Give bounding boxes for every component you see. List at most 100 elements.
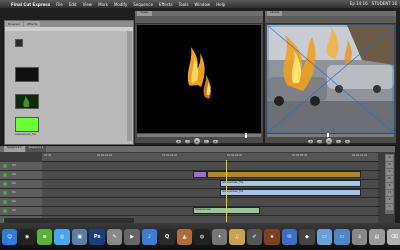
play-in-out-button[interactable]: ◃ bbox=[316, 138, 323, 144]
tab-effects[interactable]: Effects bbox=[24, 21, 41, 27]
timeline-clip[interactable]: Greenscreen_fire bbox=[220, 189, 362, 196]
menu-effects[interactable]: Effects bbox=[159, 2, 173, 7]
preview-icon[interactable]: ✦ bbox=[211, 228, 228, 245]
movie-icon[interactable]: ★ bbox=[264, 228, 280, 245]
keynote-icon[interactable]: ▲ bbox=[176, 228, 193, 245]
photoshop-icon[interactable]: Ps bbox=[89, 228, 105, 245]
browser-clip[interactable] bbox=[15, 94, 41, 109]
next-edit-button[interactable]: ▸ bbox=[212, 138, 219, 144]
track-lane[interactable]: Greenscreen bbox=[42, 207, 378, 215]
tool-pen[interactable]: P bbox=[386, 197, 393, 203]
track-visibility-icon[interactable] bbox=[3, 200, 7, 204]
play-around-button[interactable]: ▹ bbox=[203, 138, 210, 144]
finder-icon[interactable]: ☺ bbox=[2, 228, 18, 245]
viewer-window: Viewer ◂ ◃ ▸ ▹ ▸ bbox=[134, 10, 264, 145]
menu-edit[interactable]: Edit bbox=[69, 2, 77, 7]
tab-sequence-1[interactable]: Sequence 1 bbox=[4, 146, 25, 152]
timeline-clip[interactable]: Greenscreen_fire bbox=[220, 180, 362, 187]
tool-hand[interactable]: H bbox=[386, 190, 393, 196]
tool-slip[interactable]: S bbox=[386, 169, 393, 175]
clock[interactable]: Ep 14:16 bbox=[350, 1, 368, 6]
fcp-icon[interactable]: ✎ bbox=[106, 228, 123, 245]
camera-icon[interactable]: ▶ bbox=[124, 228, 140, 245]
tools-palette: A R S B Z H P C bbox=[385, 154, 394, 214]
track-lane[interactable]: Greenscreen_fire bbox=[42, 180, 378, 188]
track-lane[interactable] bbox=[42, 198, 378, 206]
viewer-screen[interactable] bbox=[137, 25, 261, 133]
track-lane[interactable]: Greenscreen_fire bbox=[42, 189, 378, 197]
user-name[interactable]: STUDENT 16 bbox=[372, 1, 397, 6]
menu-file[interactable]: File bbox=[56, 2, 63, 7]
tool-crop[interactable]: C bbox=[386, 204, 393, 210]
tab-sequence-2[interactable]: Sequence 2 bbox=[25, 146, 47, 152]
trash-icon[interactable]: ⌫ bbox=[386, 228, 400, 245]
canvas-transport: ◂ ◃ ▸ ▹ ▸ bbox=[307, 137, 351, 145]
safari-icon[interactable]: ◎ bbox=[54, 228, 70, 245]
prev-edit-button[interactable]: ◂ bbox=[175, 138, 182, 144]
documents-icon[interactable]: ▤ bbox=[369, 228, 385, 245]
folder-icon[interactable]: ▭ bbox=[316, 228, 333, 245]
appstore-icon[interactable]: ◆ bbox=[299, 228, 315, 245]
tool-roll[interactable]: R bbox=[386, 162, 393, 168]
menu-app-name[interactable]: Final Cut Express bbox=[11, 2, 50, 7]
track-header: A2 bbox=[0, 207, 42, 215]
play-button[interactable]: ▸ bbox=[325, 137, 333, 145]
mail-icon[interactable]: ✉ bbox=[281, 228, 298, 245]
quicktime-icon[interactable]: Q bbox=[159, 228, 175, 245]
track-visibility-icon[interactable] bbox=[3, 191, 7, 195]
timeline-clip[interactable] bbox=[193, 171, 207, 178]
timeline-playhead[interactable] bbox=[226, 160, 227, 222]
menu-modify[interactable]: Modify bbox=[114, 2, 127, 7]
next-edit-button[interactable]: ▸ bbox=[344, 138, 351, 144]
prev-edit-button[interactable]: ◂ bbox=[307, 138, 314, 144]
menu-view[interactable]: View bbox=[83, 2, 93, 7]
menu-help[interactable]: Help bbox=[216, 2, 225, 7]
sketch-icon[interactable]: ✐ bbox=[246, 228, 263, 245]
browser-clip[interactable] bbox=[15, 67, 41, 82]
tab-browser[interactable]: Browser bbox=[5, 21, 24, 27]
timeline-clip[interactable] bbox=[206, 171, 362, 178]
tab-viewer[interactable]: Viewer bbox=[137, 11, 152, 16]
itunes-icon[interactable]: ♪ bbox=[141, 228, 158, 245]
track-v1: V1 Greenscreen_fire bbox=[0, 180, 380, 189]
play-button[interactable]: ▸ bbox=[193, 137, 201, 145]
apple-menu-icon[interactable] bbox=[2, 2, 8, 7]
dvd-icon[interactable]: ◍ bbox=[194, 228, 210, 245]
track-lane[interactable] bbox=[42, 171, 378, 179]
downloads-icon[interactable]: ⇩ bbox=[351, 228, 368, 245]
track-header: V1 bbox=[0, 180, 42, 188]
timeline-ruler[interactable]: 00:00 00:00:02:00 00:00:04:00 00:00:06:0… bbox=[42, 153, 378, 162]
track-visibility-icon[interactable] bbox=[3, 182, 7, 186]
browser-clip[interactable] bbox=[15, 39, 41, 47]
canvas-screen[interactable] bbox=[267, 25, 394, 133]
menu-sequence[interactable]: Sequence bbox=[133, 2, 153, 7]
garageband-icon[interactable]: ♫ bbox=[229, 228, 245, 245]
dashboard-icon[interactable]: ◉ bbox=[19, 228, 35, 245]
viewer-playhead[interactable] bbox=[245, 133, 247, 138]
fire-frame-image bbox=[187, 47, 212, 99]
tool-select[interactable]: A bbox=[386, 155, 393, 161]
tab-canvas[interactable]: Canvas bbox=[267, 11, 283, 16]
track-label: V1 bbox=[12, 190, 16, 194]
browser-scrollbar[interactable] bbox=[127, 31, 132, 141]
menu-window[interactable]: Window bbox=[194, 2, 210, 7]
browser-clip-greenscreen[interactable]: Greenscreen_fire bbox=[15, 117, 41, 136]
menu-mark[interactable]: Mark bbox=[98, 2, 108, 7]
track-lane[interactable] bbox=[42, 162, 378, 170]
spotify-icon[interactable]: ≋ bbox=[36, 228, 53, 245]
tool-zoom[interactable]: Z bbox=[386, 183, 393, 189]
track-visibility-icon[interactable] bbox=[3, 164, 7, 168]
ruler-timecode: 00:00 bbox=[44, 154, 52, 157]
track-v2: V2 bbox=[0, 171, 380, 180]
track-visibility-icon[interactable] bbox=[3, 173, 7, 177]
menu-tools[interactable]: Tools bbox=[179, 2, 189, 7]
timeline-window: Sequence 1 Sequence 2 00:00 00:00:02:00 … bbox=[0, 145, 395, 228]
clip-name: Greenscreen_fire bbox=[15, 133, 37, 136]
browser-panel: Browser Effects Greenscreen_fire bbox=[4, 20, 134, 145]
track-visibility-icon[interactable] bbox=[3, 209, 7, 213]
folder2-icon[interactable]: ▭ bbox=[334, 228, 350, 245]
tool-blade[interactable]: B bbox=[386, 176, 393, 182]
iphoto-icon[interactable]: ▣ bbox=[71, 228, 88, 245]
play-in-out-button[interactable]: ◃ bbox=[184, 138, 191, 144]
play-around-button[interactable]: ▹ bbox=[335, 138, 342, 144]
